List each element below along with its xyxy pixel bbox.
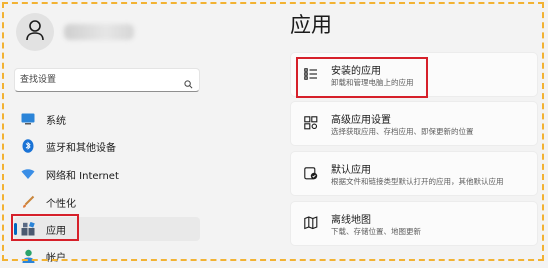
sidebar: 系统 蓝牙和其他设备 网络和 Internet 个性化 应用 帐户 [0, 0, 210, 265]
sidebar-item-label: 帐户 [46, 252, 66, 264]
monitor-icon [20, 111, 36, 127]
card-installed-apps[interactable]: 安装的应用 卸载和管理电脑上的应用 [290, 52, 538, 97]
advanced-app-settings-icon [303, 115, 319, 131]
card-title: 安装的应用 [331, 66, 381, 77]
card-description: 选择获取应用、存档应用、即保更新的位置 [331, 127, 474, 136]
search-box[interactable] [14, 68, 200, 92]
sidebar-item-personalization[interactable]: 个性化 [14, 190, 200, 214]
search-icon[interactable] [184, 74, 193, 93]
default-apps-icon [303, 165, 319, 181]
sidebar-item-network[interactable]: 网络和 Internet [14, 162, 200, 186]
installed-apps-icon [303, 66, 319, 82]
wifi-icon [20, 166, 36, 182]
search-input[interactable] [20, 72, 170, 88]
card-description: 根据文件和链接类型默认打开的应用，其他默认应用 [331, 177, 504, 186]
offline-maps-icon [303, 215, 319, 231]
sidebar-item-label: 网络和 Internet [46, 170, 119, 182]
bluetooth-icon [20, 138, 36, 154]
sidebar-item-accounts[interactable]: 帐户 [14, 244, 200, 268]
person-icon [20, 248, 36, 264]
apps-icon [20, 221, 36, 237]
sidebar-item-bluetooth[interactable]: 蓝牙和其他设备 [14, 134, 200, 158]
card-title: 高级应用设置 [331, 115, 391, 126]
page-title: 应用 [290, 13, 332, 37]
account-name [64, 24, 134, 40]
sidebar-item-label: 应用 [46, 225, 66, 237]
sidebar-item-system[interactable]: 系统 [14, 107, 200, 131]
selection-indicator [14, 223, 17, 235]
card-default-apps[interactable]: 默认应用 根据文件和链接类型默认打开的应用，其他默认应用 [290, 151, 538, 196]
card-description: 卸载和管理电脑上的应用 [331, 78, 414, 87]
card-offline-maps[interactable]: 离线地图 下载、存储位置、地图更新 [290, 201, 538, 246]
card-description: 下载、存储位置、地图更新 [331, 227, 421, 236]
sidebar-item-label: 系统 [46, 115, 66, 127]
sidebar-item-label: 蓝牙和其他设备 [46, 142, 116, 154]
sidebar-item-apps[interactable]: 应用 [14, 217, 200, 241]
card-title: 默认应用 [331, 165, 371, 176]
person-icon [25, 19, 45, 45]
brush-icon [20, 194, 36, 210]
card-advanced-app-settings[interactable]: 高级应用设置 选择获取应用、存档应用、即保更新的位置 [290, 101, 538, 146]
sidebar-item-label: 个性化 [46, 198, 76, 210]
avatar[interactable] [16, 13, 54, 51]
card-title: 离线地图 [331, 215, 371, 226]
